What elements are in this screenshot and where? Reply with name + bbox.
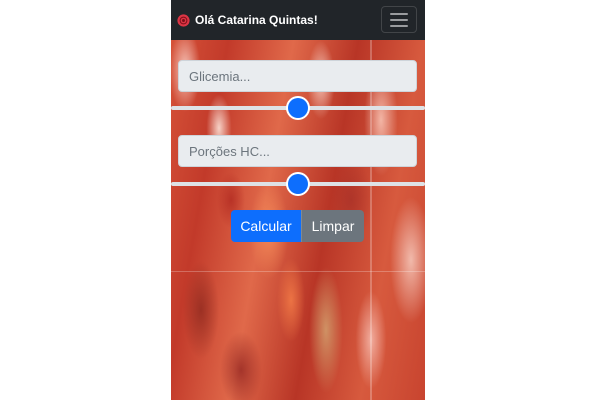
action-button-group: Calcular Limpar	[231, 210, 364, 242]
glicemia-input[interactable]	[178, 60, 417, 92]
navbar-brand[interactable]: Olá Catarina Quintas!	[177, 12, 318, 28]
background-seam	[370, 40, 372, 400]
brand-greeting: Olá Catarina Quintas!	[195, 13, 318, 27]
slider-thumb[interactable]	[288, 98, 308, 118]
porcoes-hc-slider[interactable]	[171, 174, 425, 194]
calcular-button[interactable]: Calcular	[231, 210, 301, 242]
porcoes-hc-input[interactable]	[178, 135, 417, 167]
menu-toggle-button[interactable]	[381, 6, 417, 33]
hamburger-menu-icon-line	[390, 24, 408, 27]
hamburger-menu-icon-line	[390, 12, 408, 15]
red-circle-logo-icon	[177, 13, 190, 27]
hamburger-menu-icon-line	[390, 18, 408, 21]
slider-thumb[interactable]	[288, 174, 308, 194]
glicemia-slider[interactable]	[171, 98, 425, 118]
limpar-button[interactable]: Limpar	[301, 210, 364, 242]
navbar: Olá Catarina Quintas!	[171, 0, 425, 40]
background-seam-horizontal	[171, 271, 425, 272]
app-viewport: Olá Catarina Quintas! Calcular Limpar	[171, 0, 425, 400]
